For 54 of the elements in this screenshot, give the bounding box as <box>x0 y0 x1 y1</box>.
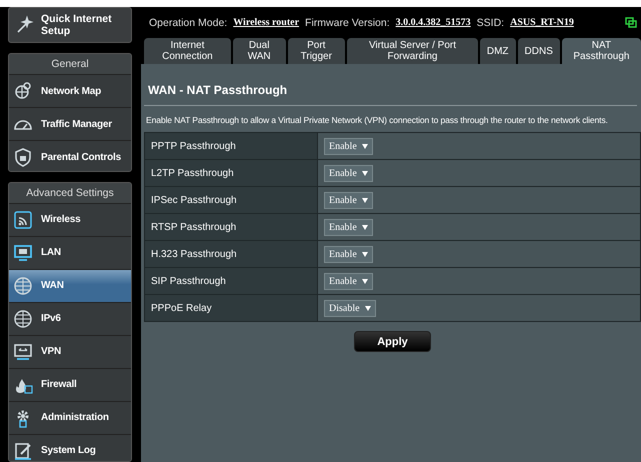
setting-label: H.323 Passthrough <box>144 240 318 268</box>
setting-label: SIP Passthrough <box>144 268 318 294</box>
setting-label: PPPoE Relay <box>144 294 318 322</box>
status-link[interactable]: ASUS_RT-N19 <box>510 17 574 28</box>
status-label: SSID: <box>476 16 504 28</box>
description: Enable NAT Passthrough to allow a Virtual Private Network (VPN) connection to pass through the router to the network clients. <box>145 114 609 127</box>
sidebar-item[interactable]: System Log <box>9 434 131 462</box>
tab[interactable]: DDNS <box>518 38 560 64</box>
monitor-icon <box>13 242 33 263</box>
quick-setup-button[interactable]: Quick Internet Setup <box>8 7 132 44</box>
caret-icon <box>362 278 368 284</box>
network-status-icon <box>625 16 637 28</box>
dropdown[interactable]: Enable <box>324 192 373 208</box>
section-header: Advanced Settings <box>9 182 131 203</box>
sidebar-item[interactable]: Network Map <box>9 74 131 108</box>
status-label: Firmware Version: <box>305 16 390 28</box>
apply-button[interactable]: Apply <box>354 331 431 352</box>
notepad-pen-icon <box>13 440 33 461</box>
tab[interactable]: Internet Connection <box>144 38 231 64</box>
dropdown[interactable]: Disable <box>324 300 376 316</box>
globe-pin-icon <box>13 81 33 102</box>
caret-icon <box>362 144 368 148</box>
tab[interactable]: Dual WAN <box>232 38 286 64</box>
caret-icon <box>364 306 371 310</box>
dropdown[interactable]: Enable <box>324 138 373 154</box>
setting-label: IPSec Passthrough <box>144 186 318 214</box>
globe-icon <box>13 276 33 296</box>
monitor-arrows-icon <box>13 342 33 362</box>
status-link[interactable]: 3.0.0.4.382_51573 <box>396 17 471 28</box>
wifi-icon <box>13 210 33 230</box>
wand-icon <box>15 15 35 36</box>
page-title: WAN - NAT Passthrough <box>144 64 637 106</box>
status-label: Operation Mode: <box>149 16 228 28</box>
setting-label: RTSP Passthrough <box>144 214 318 240</box>
caret-icon <box>362 170 368 176</box>
status-link[interactable]: Wireless router <box>233 17 300 28</box>
caret-icon <box>362 198 368 202</box>
caret-icon <box>362 224 368 230</box>
sidebar-item[interactable]: WAN <box>9 268 131 302</box>
sidebar-item[interactable]: Traffic Manager <box>9 107 131 140</box>
setting-label: PPTP Passthrough <box>144 132 318 160</box>
dropdown[interactable]: Enable <box>324 164 373 182</box>
dropdown[interactable]: Enable <box>324 218 373 236</box>
tab[interactable]: Virtual Server / Port Forwarding <box>347 38 478 64</box>
tab[interactable]: Port Trigger <box>288 38 346 64</box>
section-header: General <box>9 54 131 74</box>
sidebar-item[interactable]: Parental Controls <box>9 140 131 171</box>
setting-label: L2TP Passthrough <box>144 160 318 186</box>
globe-icon <box>13 308 33 329</box>
tab[interactable]: DMZ <box>480 38 516 64</box>
dropdown[interactable]: Enable <box>324 272 373 290</box>
dropdown[interactable]: Enable <box>324 246 373 262</box>
caret-icon <box>362 252 368 256</box>
tab[interactable]: NAT Passthrough <box>562 38 641 64</box>
